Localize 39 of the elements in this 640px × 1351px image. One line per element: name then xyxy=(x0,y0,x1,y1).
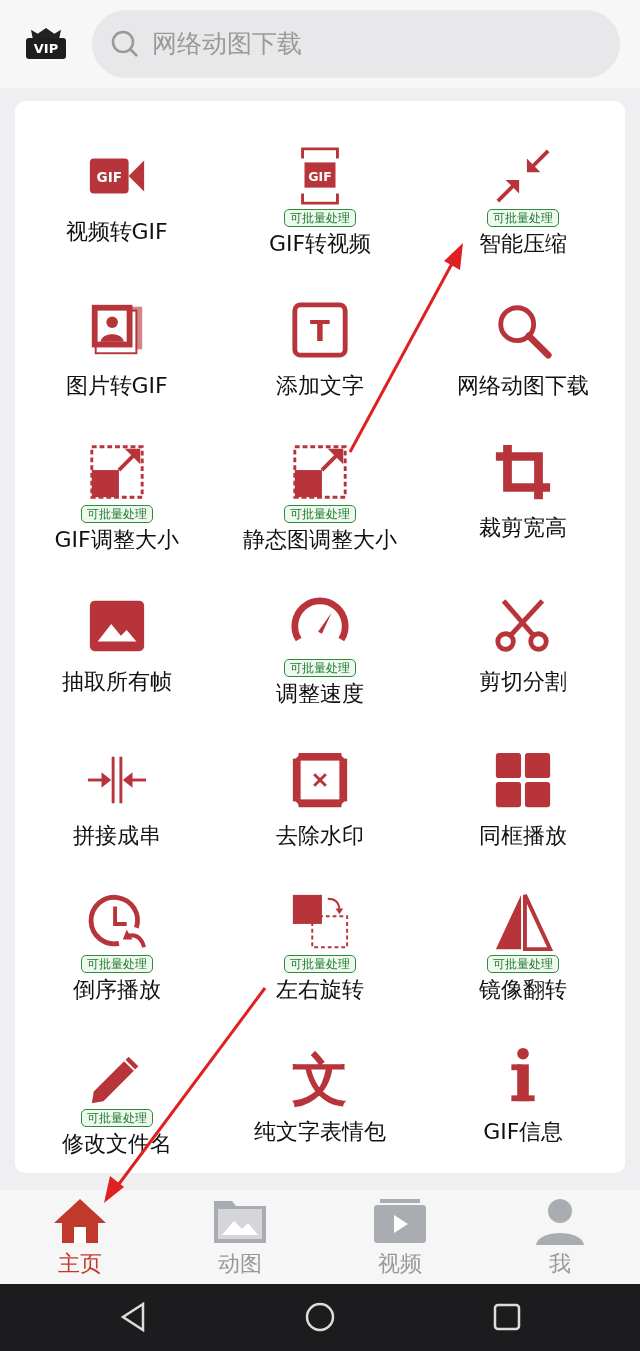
vip-label: VIP xyxy=(25,38,67,60)
tool-label[interactable]: 调整速度 xyxy=(276,678,364,709)
tool-label[interactable]: GIF转视频 xyxy=(268,228,372,259)
tool-label[interactable]: 图片转GIF xyxy=(65,370,168,401)
recents-icon[interactable] xyxy=(493,1303,522,1332)
tool-label[interactable]: 网络动图下载 xyxy=(457,370,590,401)
crown-icon xyxy=(28,28,64,39)
batch-badge: 可批量处理 xyxy=(80,954,153,973)
tool-label[interactable]: 去除水印 xyxy=(276,820,364,851)
tool-icon[interactable]: 文 xyxy=(289,1044,351,1107)
batch-badge: 可批量处理 xyxy=(284,208,356,227)
home-icon[interactable] xyxy=(304,1301,336,1334)
tool-label[interactable]: 同框播放 xyxy=(479,820,568,851)
tool-label[interactable]: 倒序播放 xyxy=(72,974,161,1005)
tool-label[interactable]: GIF信息 xyxy=(483,1116,564,1147)
tool-label[interactable]: 左右旋转 xyxy=(276,974,364,1005)
tool-label[interactable]: 视频转GIF xyxy=(65,216,168,247)
batch-badge: 可批量处理 xyxy=(487,954,560,973)
tool-label[interactable]: 剪切分割 xyxy=(479,666,568,697)
tool-label[interactable]: GIF调整大小 xyxy=(54,524,179,555)
tool-label[interactable]: 镜像翻转 xyxy=(479,974,568,1005)
search-field[interactable]: 网络动图下载 xyxy=(92,9,620,78)
batch-badge: 可批量处理 xyxy=(80,504,153,523)
batch-badge: 可批量处理 xyxy=(284,658,356,677)
tool-label[interactable]: 裁剪宽高 xyxy=(479,512,568,543)
tool-label[interactable]: 抽取所有帧 xyxy=(61,666,172,697)
vip-logo[interactable]: VIP xyxy=(20,28,72,60)
tool-label[interactable]: 纯文字表情包 xyxy=(254,1116,386,1147)
nav-tab[interactable]: 主页 xyxy=(0,1189,160,1284)
batch-badge: 可批量处理 xyxy=(284,504,356,523)
batch-badge: 可批量处理 xyxy=(487,208,560,227)
batch-badge: 可批量处理 xyxy=(80,1108,153,1127)
tool-label[interactable]: 添加文字 xyxy=(276,370,364,401)
batch-badge: 可批量处理 xyxy=(284,954,356,973)
tool-label[interactable]: 静态图调整大小 xyxy=(243,524,397,555)
search-icon xyxy=(110,28,140,59)
tool-label[interactable]: 拼接成串 xyxy=(72,820,161,851)
back-icon[interactable] xyxy=(118,1302,147,1333)
tool-label[interactable]: 智能压缩 xyxy=(479,228,568,259)
